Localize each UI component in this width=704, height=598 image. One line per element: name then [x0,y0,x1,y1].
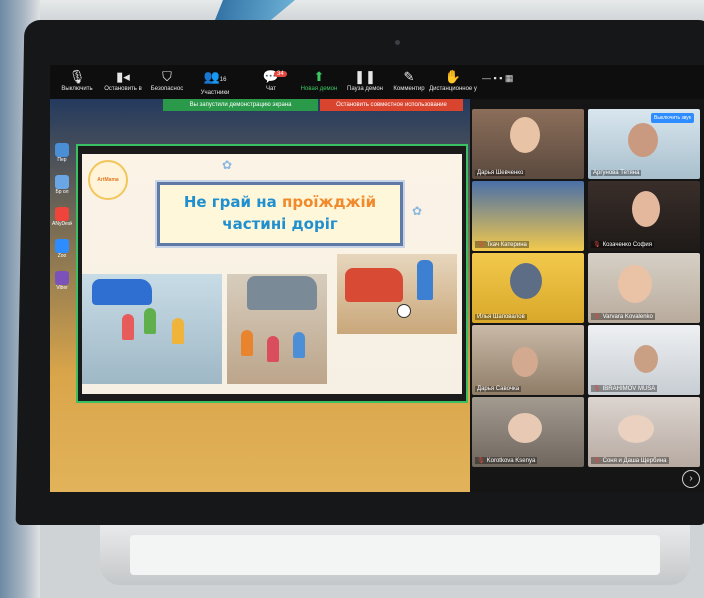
video-camera-icon: ▮◂ [116,69,130,84]
mute-participant-button[interactable]: Выключить звук [651,113,694,123]
shared-screen-frame: ✿ ✿ ArtMama Не грай на проїжджій частині… [76,144,468,403]
annotate-button[interactable]: ✎ Комментир [384,69,434,92]
annotate-pen-icon: ✎ [403,69,415,84]
participant-video [632,191,660,227]
mute-button[interactable]: 🎙 Выключить [52,69,102,92]
zoom-meeting-toolbar: 🎙 Выключить ▮◂ Остановить в ⛉ Безопаснос… [50,65,704,99]
laptop-screen: Пер Бр ол ANyDesk Zoo Viber ✿ ✿ ArtMama … [50,65,704,492]
participant-video [618,265,652,303]
participant-tile[interactable]: 🎙 Korotkova Ksenya [472,397,584,467]
chat-icon: 💬 [262,69,280,84]
chat-unread-badge: 34 [274,71,287,77]
ball-illustration [397,304,411,318]
flower-decoration-icon: ✿ [222,158,233,172]
muted-mic-icon: 🎙 [593,242,601,248]
illustration-street [227,274,327,384]
folder-icon [55,175,69,189]
chat-button[interactable]: 💬 34 Чат [246,69,296,92]
truck-illustration [247,276,317,310]
desktop-icon-anydesk[interactable]: ANyDesk [52,207,72,227]
microphone-icon: 🎙 [68,69,86,84]
participant-tile[interactable]: 🎙 Ткач Катерина [472,181,584,251]
participant-tile[interactable]: Дарья Шевченко [472,109,584,179]
child-illustration [241,330,253,356]
viber-icon [55,271,69,285]
participant-video [634,345,658,373]
remote-control-icon: ✋ [444,69,462,84]
participant-tile[interactable]: 🎙 Varvara Kovalenko [588,253,700,323]
child-illustration [417,260,433,300]
new-share-button[interactable]: ⬆ Новая демон [294,69,344,92]
slide-title-line2: частині доріг [222,215,338,233]
flower-decoration-icon: ✿ [412,204,423,218]
illustration-ball-road [337,254,457,334]
participant-video [512,347,538,377]
desktop-icons: Пер Бр ол ANyDesk Zoo Viber [52,143,74,303]
child-illustration [144,308,156,334]
participant-tile[interactable]: Выключить звук Аргунова Тетяна [588,109,700,179]
participant-tile[interactable]: 🎙 Соня и Даша Щербина [588,397,700,467]
participant-video [628,123,658,157]
participant-video [508,413,542,443]
sharing-notice: Вы запустили демонстрацию экрана [163,99,318,111]
next-page-button[interactable]: › [682,470,700,488]
shield-icon: ⛉ [162,69,172,84]
participant-gallery: Дарья Шевченко Выключить звук Аргунова Т… [470,99,704,492]
participant-tile[interactable]: 🎙 Козаченко София [588,181,700,251]
slide-title-line1: Не грай на проїжджій [183,193,377,211]
pause-share-button[interactable]: ❚❚ Пауза демон [340,69,390,92]
more-options-icon[interactable]: — ▪ ▪ ▦ [482,73,513,84]
share-screen-icon: ⬆ [313,69,325,84]
stop-share-button[interactable]: Остановить совместное использование [320,99,463,111]
muted-mic-icon: 🎙 [477,242,485,248]
participant-video [510,117,540,153]
participant-tile[interactable]: Илья Шаповалов [472,253,584,323]
desktop-icon-folder[interactable]: Бр ол [52,175,72,195]
zoom-app-icon [55,239,69,253]
desktop-area: Пер Бр ол ANyDesk Zoo Viber ✿ ✿ ArtMama … [50,99,470,492]
laptop-hinge [130,535,660,575]
slide-title-box: Не грай на проїжджій частині доріг [157,182,403,246]
illustration-crossing [82,274,222,384]
anydesk-icon [55,207,69,221]
participants-icon: 👥16 [203,69,227,84]
remote-control-button[interactable]: ✋ Дистанционное у [428,69,478,92]
participant-tile[interactable]: Дарья Савочка [472,325,584,395]
muted-mic-icon: 🎙 [593,458,601,464]
desktop-icon-folder[interactable]: Пер [52,143,72,163]
security-button[interactable]: ⛉ Безопаснос [142,69,192,92]
participant-tile[interactable]: 🎙 IBRAHIMOV MUSA [588,325,700,395]
screen-share-status-bar: Вы запустили демонстрацию экрана Останов… [163,99,463,111]
child-illustration [293,332,305,358]
desktop-icon-viber[interactable]: Viber [52,271,72,291]
car-illustration [92,279,152,305]
presentation-slide: ✿ ✿ ArtMama Не грай на проїжджій частині… [82,154,462,394]
child-illustration [267,336,279,362]
muted-mic-icon: 🎙 [593,314,601,320]
stop-video-button[interactable]: ▮◂ Остановить в [98,69,148,92]
muted-mic-icon: 🎙 [477,458,485,464]
pause-icon: ❚❚ [354,69,376,84]
room-background-top [0,0,704,20]
participant-video [510,263,542,299]
participants-button[interactable]: 👥16 Участники [190,69,240,96]
webcam [395,40,400,45]
muted-mic-icon: 🎙 [593,386,601,392]
participant-video [618,415,654,443]
child-illustration [172,318,184,344]
folder-icon [55,143,69,157]
slide-logo: ArtMama [88,160,128,200]
child-illustration [122,314,134,340]
desktop-icon-zoom[interactable]: Zoo [52,239,72,259]
car-illustration [345,268,403,302]
